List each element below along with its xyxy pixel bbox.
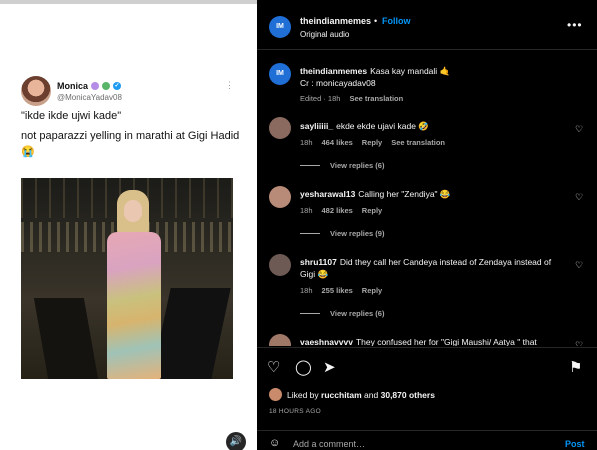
post-media[interactable]: Monica ✓ @MonicaYadav08 ⋮ "ikde ikde ujw…: [0, 0, 257, 450]
caption-edited: Edited · 18h: [300, 94, 341, 103]
liked-by-avatar[interactable]: [269, 388, 282, 401]
tweet-header: Monica ✓ @MonicaYadav08: [21, 76, 122, 106]
author-username[interactable]: theindianmemes: [300, 16, 371, 26]
caption-body: Kasa kay mandali 🤙: [370, 66, 451, 76]
comment-avatar[interactable]: [269, 254, 291, 276]
comment-body: They confused her for "Gigi Maushi/ Aaty…: [355, 337, 537, 346]
photo-dark-sculpture-left: [33, 298, 99, 379]
comment-body: Calling her "Zendiya" 😂: [358, 189, 451, 199]
caption-see-translation[interactable]: See translation: [349, 94, 403, 103]
comment-text: shru1107 Did they call her Candeya instea…: [300, 256, 562, 280]
comment-composer: ☺ Post: [257, 430, 597, 450]
photo-person-face: [124, 200, 142, 222]
view-replies-button[interactable]: View replies (9): [300, 229, 384, 238]
caption-text: theindianmemes Kasa kay mandali 🤙 Cr : mo…: [300, 65, 575, 89]
caption-meta: Edited · 18h See translation: [300, 94, 403, 103]
post-header: IM theindianmemes • Follow Original audi…: [257, 0, 597, 50]
comment-username[interactable]: yesharawal13: [300, 189, 355, 199]
comment-body: Did they call her Candeya instead of Zen…: [300, 257, 552, 279]
comment-like-icon[interactable]: ♡: [575, 192, 583, 203]
tweet-name-text: Monica: [57, 80, 89, 91]
follow-button[interactable]: Follow: [382, 16, 411, 26]
comment-avatar[interactable]: [269, 186, 291, 208]
view-replies-label: View replies (6): [330, 161, 385, 170]
tweet-avatar: [21, 76, 51, 106]
comment-time: 18h: [300, 286, 313, 295]
comment-text: sayliiiii_ ekde ekde ujavi kade 🤣: [300, 120, 575, 132]
audio-link[interactable]: Original audio: [300, 30, 349, 39]
media-top-strip: [0, 0, 257, 4]
comment-reply-button[interactable]: Reply: [362, 206, 382, 215]
comment-like-icon[interactable]: ♡: [575, 260, 583, 271]
save-icon[interactable]: ⚑: [569, 358, 582, 376]
share-icon[interactable]: ➤: [323, 358, 336, 376]
comment-reply-button[interactable]: Reply: [362, 286, 382, 295]
view-replies-line: [300, 313, 320, 314]
post-actions: ♡ ◯ ➤ ⚑ Liked by rucchitam and 30,870 ot…: [257, 347, 597, 430]
tweet-names: Monica ✓ @MonicaYadav08: [57, 81, 122, 102]
view-replies-button[interactable]: View replies (6): [300, 309, 384, 318]
comment-username[interactable]: sayliiiii_: [300, 121, 333, 131]
view-replies-line: [300, 165, 320, 166]
comment-text: vaeshnavvvv They confused her for "Gigi M…: [300, 336, 575, 346]
view-replies-button[interactable]: View replies (6): [300, 161, 384, 170]
more-options-icon[interactable]: •••: [567, 18, 583, 32]
comment-likes[interactable]: 464 likes: [322, 138, 353, 147]
comment-likes[interactable]: 255 likes: [322, 286, 353, 295]
comment-icon[interactable]: ◯: [295, 358, 312, 376]
comment-avatar[interactable]: [269, 117, 291, 139]
liked-by-count[interactable]: 30,870 others: [381, 390, 435, 400]
view-replies-label: View replies (9): [330, 229, 385, 238]
comment-time: 18h: [300, 206, 313, 215]
comment-like-icon[interactable]: ♡: [575, 124, 583, 135]
post-comment-button[interactable]: Post: [565, 439, 585, 449]
post-side-panel: IM theindianmemes • Follow Original audi…: [257, 0, 597, 450]
purple-heart-icon: [91, 81, 100, 90]
header-separator-dot: •: [374, 16, 378, 26]
view-replies-label: View replies (6): [330, 309, 385, 318]
comment-like-icon[interactable]: ♡: [575, 340, 583, 346]
green-heart-icon: [102, 81, 111, 90]
tweet-handle: @MonicaYadav08: [57, 92, 122, 102]
comment-username[interactable]: vaeshnavvvv: [300, 337, 353, 346]
liked-by-text: Liked by rucchitam and 30,870 others: [287, 390, 435, 400]
like-icon[interactable]: ♡: [267, 358, 280, 376]
view-replies-line: [300, 233, 320, 234]
liked-by-and: and: [364, 390, 379, 400]
comment-text: yesharawal13 Calling her "Zendiya" 😂: [300, 188, 575, 200]
caption-avatar[interactable]: IM: [269, 63, 291, 85]
tweet-text-line2: not paparazzi yelling in marathi at Gigi…: [21, 130, 240, 158]
tweet-photo: [21, 178, 233, 379]
liked-by-prefix: Liked by: [287, 390, 319, 400]
comment-reply-button[interactable]: Reply: [362, 138, 382, 147]
photo-person: [99, 190, 169, 379]
comment-meta: 18h 482 likes Reply: [300, 206, 382, 215]
comment-likes[interactable]: 482 likes: [322, 206, 353, 215]
comments-list[interactable]: IM theindianmemes Kasa kay mandali 🤙 Cr :…: [257, 51, 597, 346]
caption-username[interactable]: theindianmemes: [300, 66, 367, 76]
author-avatar[interactable]: IM: [269, 16, 291, 38]
tweet-display-name: Monica ✓: [57, 81, 122, 91]
post-timestamp[interactable]: 18 HOURS AGO: [269, 408, 321, 415]
tweet-more-icon: ⋮: [225, 80, 234, 90]
comment-input[interactable]: [293, 437, 543, 450]
caption-credit: Cr : monicayadav08: [300, 78, 376, 88]
tweet-text-line1: "ikde ikde ujwi kade": [21, 110, 122, 122]
emoji-icon[interactable]: ☺: [269, 437, 280, 449]
comment-time: 18h: [300, 138, 313, 147]
comment-username[interactable]: shru1107: [300, 257, 337, 267]
comment-meta: 18h 255 likes Reply: [300, 286, 382, 295]
photo-person-dress: [107, 232, 161, 379]
verified-badge-icon: ✓: [113, 81, 122, 90]
sound-toggle-icon[interactable]: 🔊: [226, 432, 246, 450]
liked-by-user[interactable]: rucchitam: [321, 390, 362, 400]
comment-avatar[interactable]: [269, 334, 291, 346]
comment-see-translation[interactable]: See translation: [391, 138, 445, 147]
comment-meta: 18h 464 likes Reply See translation: [300, 138, 445, 147]
comment-body: ekde ekde ujavi kade 🤣: [336, 121, 429, 131]
